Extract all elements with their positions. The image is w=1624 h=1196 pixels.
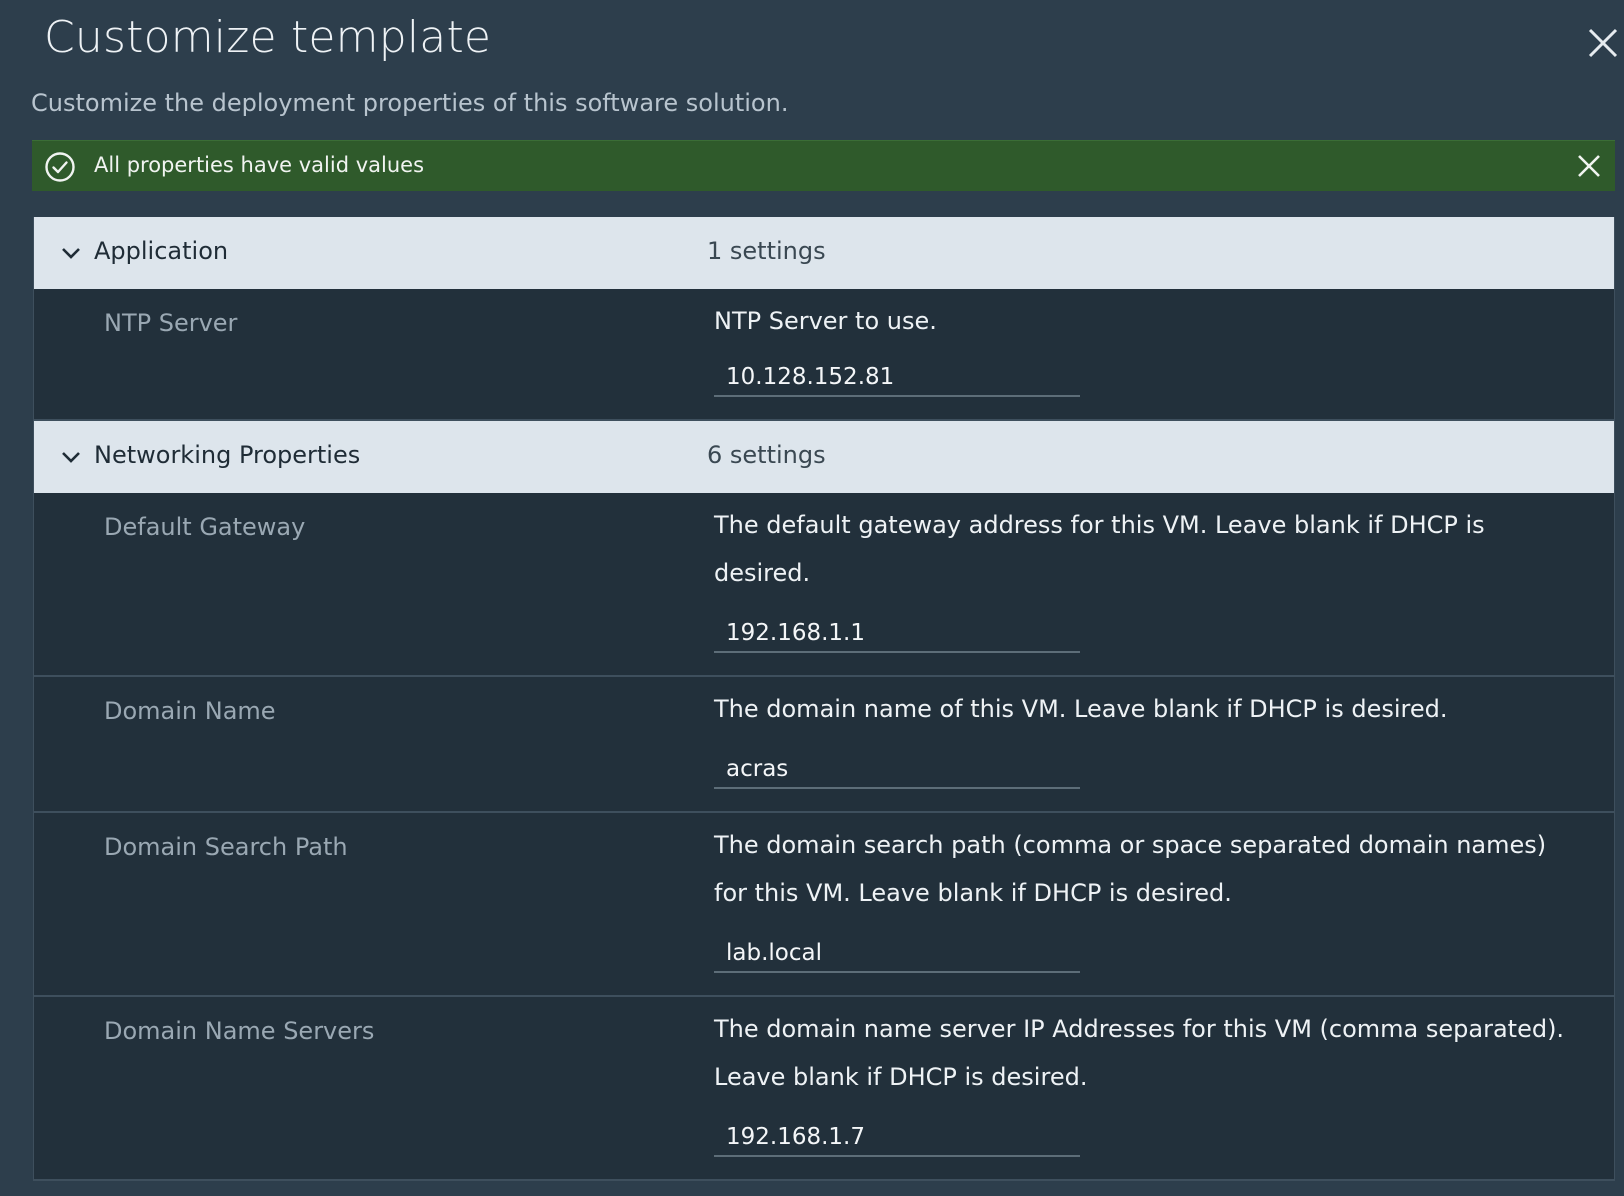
property-description: NTP Server to use. xyxy=(714,307,937,335)
dialog-subtitle: Customize the deployment properties of t… xyxy=(31,89,789,117)
domain-name-servers-input[interactable] xyxy=(714,1119,1080,1157)
property-description: The domain search path (comma or space s… xyxy=(714,831,1547,907)
close-icon xyxy=(1588,28,1618,58)
customize-template-dialog: Customize template Customize the deploym… xyxy=(0,0,1624,1196)
property-description: The default gateway address for this VM.… xyxy=(714,511,1485,587)
property-row-domain-name-servers: Domain Name Servers The domain name serv… xyxy=(34,997,1614,1181)
close-dialog-button[interactable] xyxy=(1586,26,1620,60)
check-circle-icon xyxy=(45,152,75,182)
chevron-down-icon[interactable] xyxy=(60,242,82,264)
property-label: NTP Server xyxy=(104,309,238,337)
group-header-application[interactable]: Application 1 settings xyxy=(34,217,1614,289)
property-description: The domain name of this VM. Leave blank … xyxy=(714,695,1448,723)
group-settings-count: 1 settings xyxy=(707,237,826,265)
dialog-title: Customize template xyxy=(44,12,492,63)
close-icon xyxy=(1578,155,1600,177)
property-row-ntp-server: NTP Server NTP Server to use. xyxy=(34,289,1614,421)
group-name: Networking Properties xyxy=(94,441,361,469)
alert-text: All properties have valid values xyxy=(94,153,425,177)
properties-grid: Application 1 settings NTP Server NTP Se… xyxy=(33,217,1615,1181)
ntp-server-input[interactable] xyxy=(714,359,1080,397)
alert-close-button[interactable] xyxy=(1575,152,1603,180)
property-label: Domain Name xyxy=(104,697,276,725)
domain-search-path-input[interactable] xyxy=(714,935,1080,973)
property-label: Default Gateway xyxy=(104,513,306,541)
chevron-down-icon[interactable] xyxy=(60,446,82,468)
group-settings-count: 6 settings xyxy=(707,441,826,469)
property-label: Domain Search Path xyxy=(104,833,348,861)
property-row-domain-name: Domain Name The domain name of this VM. … xyxy=(34,677,1614,813)
default-gateway-input[interactable] xyxy=(714,615,1080,653)
domain-name-input[interactable] xyxy=(714,751,1080,789)
property-label: Domain Name Servers xyxy=(104,1017,375,1045)
group-header-networking-properties[interactable]: Networking Properties 6 settings xyxy=(34,421,1614,493)
property-description: The domain name server IP Addresses for … xyxy=(714,1015,1565,1091)
success-alert: All properties have valid values xyxy=(32,140,1615,191)
group-name: Application xyxy=(94,237,229,265)
property-row-default-gateway: Default Gateway The default gateway addr… xyxy=(34,493,1614,677)
property-row-domain-search-path: Domain Search Path The domain search pat… xyxy=(34,813,1614,997)
